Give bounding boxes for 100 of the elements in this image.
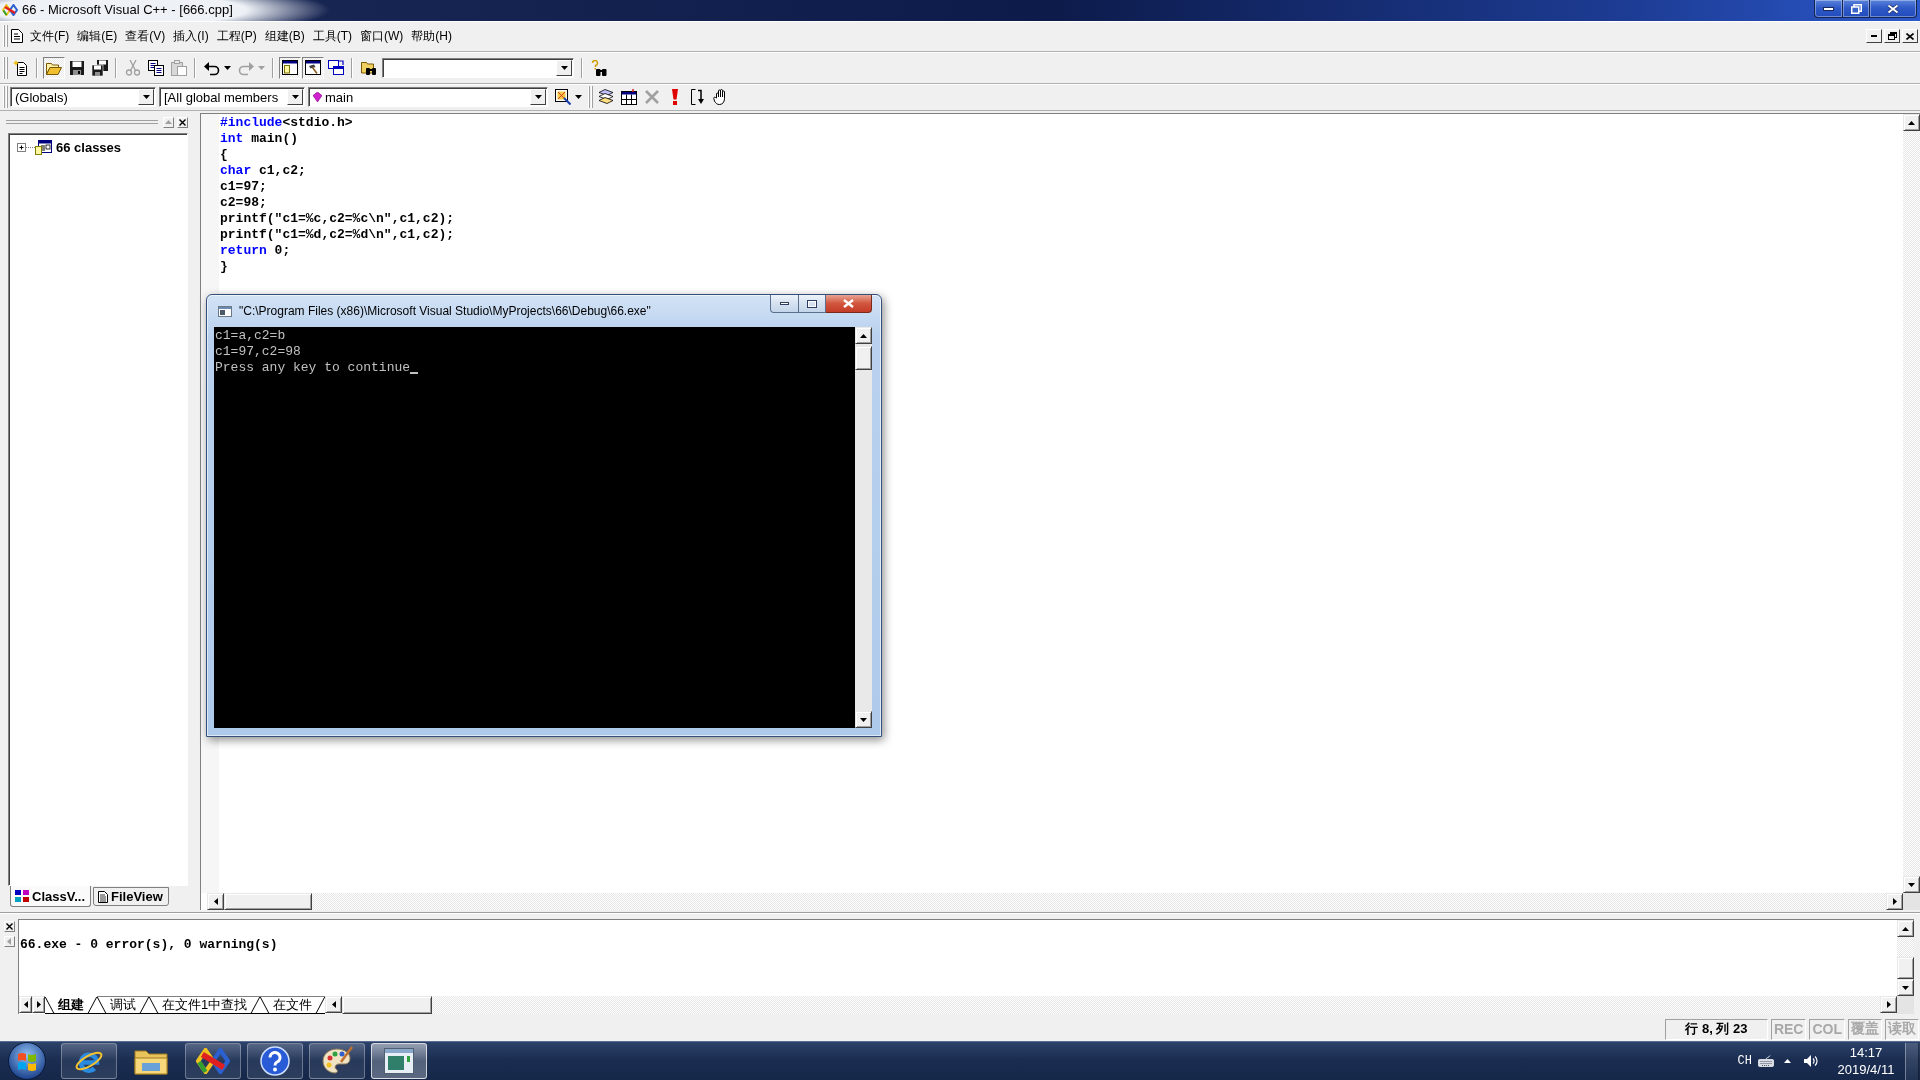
code-line: c1=97; [220, 179, 267, 195]
vertical-scrollbar[interactable] [1897, 920, 1914, 996]
restore-icon [1887, 32, 1897, 40]
code-line: #include<stdio.h> [220, 115, 353, 131]
document-minimize-button[interactable] [1866, 29, 1882, 43]
scroll-down-button[interactable] [1897, 979, 1914, 996]
triangle-right-icon [1892, 898, 1897, 905]
close-icon [5, 923, 13, 930]
clock-date[interactable]: 2019/4/11 [1837, 1061, 1895, 1078]
scrollbar-thumb[interactable] [224, 893, 312, 910]
ribbon-icon [196, 1048, 230, 1074]
status-indicator: REC [1770, 1018, 1807, 1040]
minimize-icon [780, 302, 789, 305]
ribbon-icon [2, 4, 18, 16]
close-icon [843, 299, 854, 308]
window-icon [384, 1048, 414, 1074]
language-indicator[interactable]: CH [1737, 1054, 1752, 1068]
document-icon [98, 890, 108, 903]
scrollbar-thumb[interactable] [342, 996, 433, 1014]
scroll-down-button[interactable] [1903, 876, 1920, 893]
taskbar-button[interactable] [371, 1043, 427, 1079]
horizontal-scrollbar[interactable] [207, 893, 1903, 910]
document-restore-button[interactable] [1884, 29, 1900, 43]
question-mark-icon [260, 1046, 290, 1076]
scrollbar-corner [1897, 996, 1914, 1014]
taskbar-button[interactable] [247, 1043, 303, 1079]
scroll-down-button[interactable] [855, 711, 872, 728]
minimize-icon [1871, 35, 1877, 37]
console-window-icon [218, 306, 232, 317]
code-line: char c1,c2; [220, 163, 306, 179]
triangle-up-icon [860, 333, 867, 338]
scroll-up-button[interactable] [855, 327, 872, 344]
window-title: 66 - Microsoft Visual C++ - [666.cpp] [22, 1, 233, 19]
maximize-button[interactable] [799, 295, 826, 313]
triangle-up-icon[interactable] [1784, 1059, 1791, 1063]
minimize-button[interactable] [1814, 0, 1843, 18]
scroll-right-button[interactable] [32, 996, 45, 1013]
scroll-right-button[interactable] [1880, 996, 1897, 1013]
scroll-left-button[interactable] [325, 996, 343, 1013]
build-output-text: 66.exe - 0 error(s), 0 warning(s) [20, 937, 278, 952]
triangle-up-icon [1902, 926, 1909, 931]
keyboard-icon[interactable] [1758, 1055, 1774, 1067]
taskbar-button[interactable] [185, 1043, 241, 1079]
class-squares-icon [15, 890, 29, 902]
code-line: printf("c1=%c,c2=%c\n",c1,c2); [220, 211, 455, 227]
speaker-icon[interactable] [1803, 1054, 1819, 1068]
panel-tab[interactable]: ClassV... [10, 886, 91, 907]
vertical-scrollbar[interactable] [855, 327, 872, 728]
code-line: int main() [220, 131, 298, 147]
panel-button[interactable] [163, 116, 174, 128]
triangle-down-icon [1908, 882, 1915, 887]
triangle-down-icon [1902, 985, 1909, 990]
scroll-up-button[interactable] [1903, 114, 1920, 131]
console-line: c1=a,c2=b [215, 328, 286, 344]
scroll-up-button[interactable] [1897, 920, 1914, 937]
vertical-scrollbar[interactable] [1903, 114, 1920, 893]
clock-time[interactable]: 14:17 [1849, 1044, 1883, 1061]
triangle-up-icon [165, 120, 172, 124]
scrollbar-thumb[interactable] [855, 346, 872, 370]
expand-icon[interactable] [17, 143, 35, 152]
code-line: return 0; [220, 243, 291, 259]
show-desktop-button[interactable] [1905, 1042, 1919, 1080]
panel-tab[interactable]: FileView [93, 887, 169, 906]
horizontal-scrollbar[interactable] [325, 996, 1897, 1014]
flag-orb-icon[interactable] [8, 1042, 46, 1080]
minimize-icon [1823, 6, 1834, 11]
minimize-button[interactable] [770, 295, 799, 313]
restore-icon [1850, 3, 1862, 14]
output-tab[interactable]: 在文件1中查找 [149, 996, 261, 1014]
console-title: "C:\Program Files (x86)\Microsoft Visual Studio\MyProjects\66\Debug\66.exe" [239, 304, 651, 318]
class-list-icon [35, 140, 52, 155]
code-line: { [220, 147, 228, 163]
scroll-left-button[interactable] [207, 893, 224, 910]
status-indicator: COL [1809, 1018, 1845, 1040]
triangle-right-icon [1886, 1001, 1891, 1008]
code-line: printf("c1=%d,c2=%d\n",c1,c2); [220, 227, 455, 243]
triangle-left-icon [331, 1001, 336, 1008]
close-icon [1906, 32, 1914, 40]
output-tab[interactable]: 组建 [45, 996, 97, 1014]
scrollbar-thumb[interactable] [1897, 957, 1914, 979]
scroll-left-button[interactable] [19, 996, 32, 1013]
panel-button[interactable] [3, 936, 15, 947]
code-line: c2=98; [220, 195, 267, 211]
triangle-left-icon [23, 1001, 28, 1008]
close-button[interactable] [826, 295, 872, 313]
close-icon [179, 118, 186, 126]
taskbar-button[interactable] [309, 1043, 365, 1079]
close-button[interactable] [1870, 0, 1917, 18]
scroll-right-button[interactable] [1886, 893, 1903, 910]
taskbar-button[interactable] [61, 1043, 117, 1079]
cursor-icon [410, 372, 419, 374]
tree-item[interactable]: 66 classes [56, 140, 122, 155]
triangle-right-icon [36, 1001, 41, 1008]
status-indicator: 读取 [1885, 1018, 1919, 1040]
triangle-down-icon [860, 717, 867, 722]
palette-icon [321, 1046, 353, 1076]
output-tab[interactable]: 调试 [97, 996, 149, 1014]
restore-button[interactable] [1843, 0, 1870, 18]
status-indicator: 覆盖 [1848, 1018, 1882, 1040]
document-close-button[interactable] [1902, 29, 1918, 43]
